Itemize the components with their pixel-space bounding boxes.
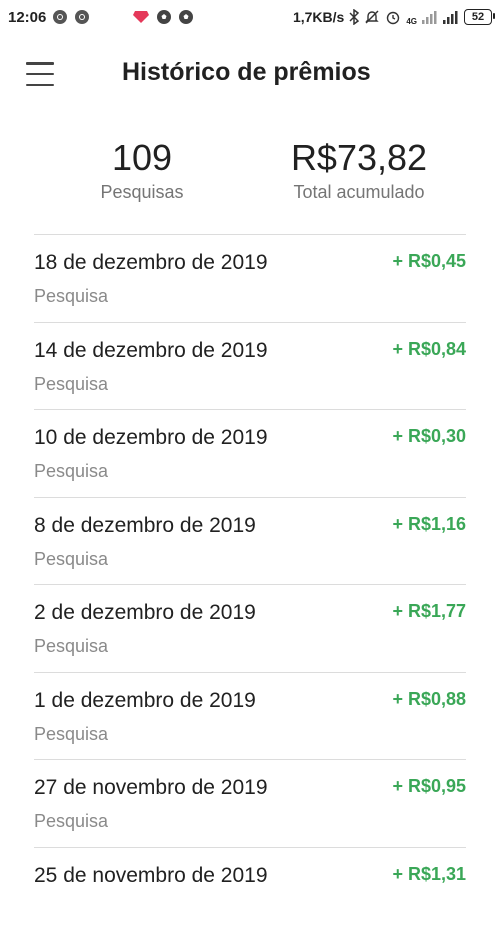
item-type: Pesquisa bbox=[34, 286, 108, 307]
item-date: 18 de dezembro de 2019 bbox=[34, 251, 268, 275]
item-type: Pesquisa bbox=[34, 374, 108, 395]
alarm-icon bbox=[385, 9, 401, 25]
item-amount: + R$0,30 bbox=[392, 426, 466, 447]
menu-icon[interactable] bbox=[26, 62, 54, 86]
status-left: 12:06 bbox=[8, 9, 194, 26]
list-item[interactable]: 18 de dezembro de 2019 Pesquisa + R$0,45 bbox=[34, 234, 466, 322]
bluetooth-icon bbox=[349, 9, 359, 25]
list-item[interactable]: 1 de dezembro de 2019 Pesquisa + R$0,88 bbox=[34, 672, 466, 760]
searches-label: Pesquisas bbox=[86, 182, 198, 203]
soccer-ball-icon bbox=[156, 9, 172, 25]
list-item[interactable]: 25 de novembro de 2019 + R$1,31 bbox=[34, 847, 466, 934]
item-type: Pesquisa bbox=[34, 636, 108, 657]
status-right: 1,7KB/s 4G 52 bbox=[293, 9, 492, 26]
signal-icon bbox=[422, 10, 438, 24]
clock: 12:06 bbox=[8, 9, 46, 26]
battery-icon: 52 bbox=[464, 9, 492, 25]
network-speed: 1,7KB/s bbox=[293, 9, 344, 25]
total-stat: R$73,82 Total acumulado bbox=[276, 136, 442, 203]
network-type: 4G bbox=[406, 17, 417, 26]
item-date: 1 de dezembro de 2019 bbox=[34, 689, 256, 713]
total-label: Total acumulado bbox=[276, 182, 442, 203]
searches-count: 109 bbox=[86, 136, 198, 180]
list-item[interactable]: 27 de novembro de 2019 Pesquisa + R$0,95 bbox=[34, 759, 466, 847]
item-amount: + R$1,31 bbox=[392, 864, 466, 885]
item-amount: + R$1,77 bbox=[392, 601, 466, 622]
mute-icon bbox=[364, 9, 380, 25]
chrome-icon bbox=[52, 9, 68, 25]
item-amount: + R$0,95 bbox=[392, 776, 466, 797]
summary: 109 Pesquisas R$73,82 Total acumulado bbox=[0, 136, 500, 216]
item-amount: + R$0,88 bbox=[392, 689, 466, 710]
item-date: 27 de novembro de 2019 bbox=[34, 776, 268, 800]
item-date: 14 de dezembro de 2019 bbox=[34, 339, 268, 363]
item-type: Pesquisa bbox=[34, 811, 108, 832]
list-item[interactable]: 2 de dezembro de 2019 Pesquisa + R$1,77 bbox=[34, 584, 466, 672]
item-amount: + R$0,84 bbox=[392, 339, 466, 360]
status-bar: 12:06 1,7KB/s 4G bbox=[0, 0, 500, 34]
signal-icon bbox=[443, 10, 459, 24]
item-amount: + R$0,45 bbox=[392, 251, 466, 272]
history-list: 18 de dezembro de 2019 Pesquisa + R$0,45… bbox=[34, 234, 466, 934]
item-type: Pesquisa bbox=[34, 461, 108, 482]
item-date: 2 de dezembro de 2019 bbox=[34, 601, 256, 625]
diamond-icon bbox=[132, 10, 150, 24]
total-amount: R$73,82 bbox=[276, 136, 442, 180]
list-item[interactable]: 14 de dezembro de 2019 Pesquisa + R$0,84 bbox=[34, 322, 466, 410]
item-type: Pesquisa bbox=[34, 549, 108, 570]
item-amount: + R$1,16 bbox=[392, 514, 466, 535]
item-type: Pesquisa bbox=[34, 724, 108, 745]
item-date: 8 de dezembro de 2019 bbox=[34, 514, 256, 538]
item-date: 10 de dezembro de 2019 bbox=[34, 426, 268, 450]
chrome-icon bbox=[74, 9, 90, 25]
soccer-ball-icon bbox=[178, 9, 194, 25]
list-item[interactable]: 10 de dezembro de 2019 Pesquisa + R$0,30 bbox=[34, 409, 466, 497]
list-item[interactable]: 8 de dezembro de 2019 Pesquisa + R$1,16 bbox=[34, 497, 466, 585]
page-title: Histórico de prêmios bbox=[122, 58, 371, 87]
searches-stat: 109 Pesquisas bbox=[86, 136, 198, 203]
item-date: 25 de novembro de 2019 bbox=[34, 864, 268, 888]
app-bar: Histórico de prêmios bbox=[0, 44, 500, 104]
